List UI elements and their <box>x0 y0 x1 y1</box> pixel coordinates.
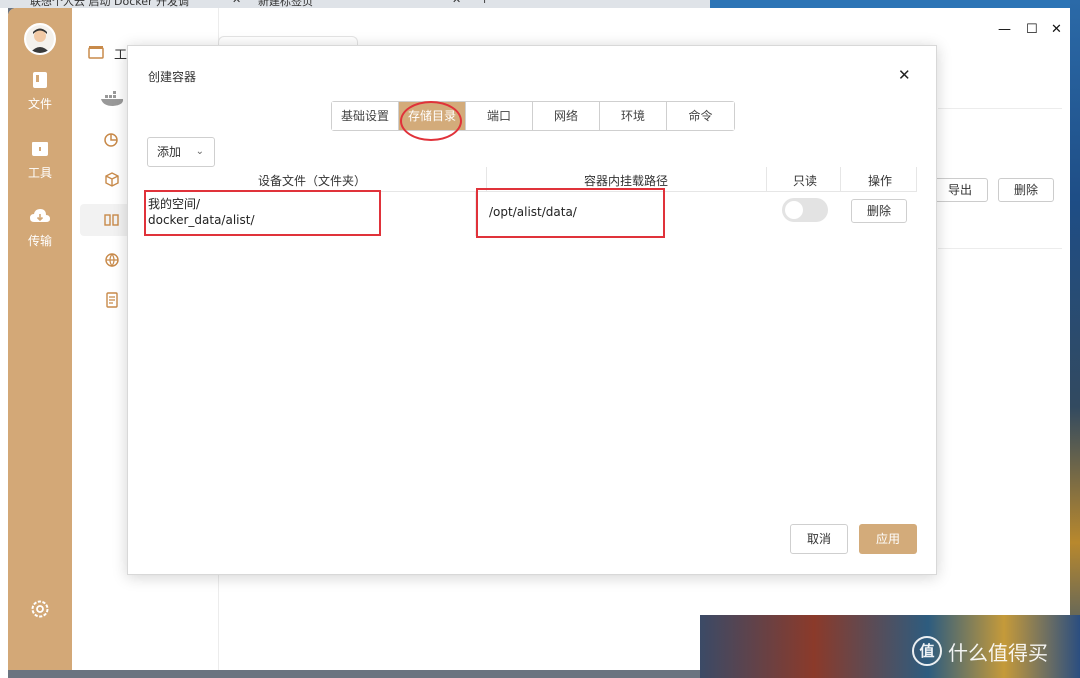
tab-ports[interactable]: 端口 <box>466 102 533 130</box>
desktop-right-edge <box>1070 0 1080 678</box>
add-dropdown[interactable]: 添加 ⌄ <box>147 137 215 167</box>
docker-icon <box>101 91 124 106</box>
dialog-tabs: 基础设置 存储目录 端口 网络 环境 命令 <box>331 101 735 131</box>
column-header-container-path: 容器内挂载路径 <box>583 174 668 188</box>
toggle-knob <box>785 201 803 219</box>
dialog-title: 创建容器 <box>148 70 197 84</box>
tab-environment[interactable]: 环境 <box>600 102 667 130</box>
column-header-readonly: 只读 <box>792 174 817 188</box>
gear-icon <box>31 600 49 618</box>
background-divider <box>938 108 1062 109</box>
toolbox-header-icon <box>88 46 104 59</box>
column-header-action: 操作 <box>867 174 892 188</box>
watermark-logo: 值 <box>912 636 942 666</box>
watermark: 值 什么值得买 <box>912 636 1048 666</box>
column-divider <box>840 167 841 191</box>
toolbox-icon <box>32 142 48 156</box>
minimize-button[interactable]: — <box>998 22 1011 37</box>
close-window-button[interactable]: ✕ <box>1051 22 1062 37</box>
browser-tab-close-icon[interactable]: ✕ <box>232 0 241 8</box>
cube-icon[interactable] <box>102 170 122 190</box>
document-icon[interactable] <box>102 290 122 310</box>
new-tab-button[interactable]: + <box>480 0 489 8</box>
tab-basic-settings[interactable]: 基础设置 <box>332 102 399 130</box>
rail-item-tools[interactable]: 工具 <box>8 139 72 181</box>
column-divider <box>486 167 487 191</box>
rail-item-files[interactable]: 文件 <box>8 70 72 112</box>
browser-tab-close-icon[interactable]: ✕ <box>452 0 461 8</box>
apply-button[interactable]: 应用 <box>859 524 917 554</box>
rail-settings[interactable] <box>8 598 72 623</box>
container-path-cell[interactable]: /opt/alist/data/ <box>489 204 577 220</box>
column-divider <box>916 167 917 191</box>
watermark-text: 什么值得买 <box>948 640 1048 665</box>
delete-button[interactable]: 删除 <box>998 178 1054 202</box>
header-underline <box>147 191 917 192</box>
cloud-transfer-icon <box>30 209 50 222</box>
file-icon <box>33 72 47 88</box>
export-button[interactable]: 导出 <box>932 178 988 202</box>
column-header-device: 设备文件（文件夹） <box>257 174 366 188</box>
cell-divider <box>475 192 476 236</box>
chevron-down-icon: ⌄ <box>195 146 204 157</box>
browser-tab[interactable]: 联想个人云 启动 Docker 开发调 <box>30 0 189 8</box>
background-divider <box>938 248 1062 249</box>
readonly-toggle[interactable] <box>782 198 828 222</box>
maximize-button[interactable]: ☐ <box>1026 22 1038 37</box>
container-icon[interactable] <box>102 210 122 230</box>
tab-network[interactable]: 网络 <box>533 102 600 130</box>
browser-tab-strip: 联想个人云 启动 Docker 开发调 ✕ 新建标签页 ✕ + <box>0 0 710 8</box>
device-path-cell[interactable]: 我的空间/ docker_data/alist/ <box>148 196 255 228</box>
tab-storage[interactable]: 存储目录 <box>399 102 466 130</box>
globe-icon[interactable] <box>102 250 122 270</box>
desktop-left-edge <box>0 0 8 678</box>
create-container-dialog: 创建容器 ✕ 基础设置 存储目录 端口 网络 环境 命令 添加 ⌄ 设备文件（文… <box>127 45 937 575</box>
left-rail: 文件 工具 传输 <box>8 8 72 670</box>
cancel-button[interactable]: 取消 <box>790 524 848 554</box>
avatar[interactable] <box>24 23 56 55</box>
avatar-image <box>26 25 54 53</box>
rail-item-transfer[interactable]: 传输 <box>8 207 72 249</box>
tab-command[interactable]: 命令 <box>667 102 734 130</box>
close-icon[interactable]: ✕ <box>898 66 911 84</box>
window-title: 工 <box>114 48 128 63</box>
row-delete-button[interactable]: 删除 <box>851 199 907 223</box>
desktop-top-right <box>710 0 1080 8</box>
browser-tab[interactable]: 新建标签页 <box>258 0 313 8</box>
column-divider <box>766 167 767 191</box>
chart-icon[interactable] <box>102 130 122 150</box>
